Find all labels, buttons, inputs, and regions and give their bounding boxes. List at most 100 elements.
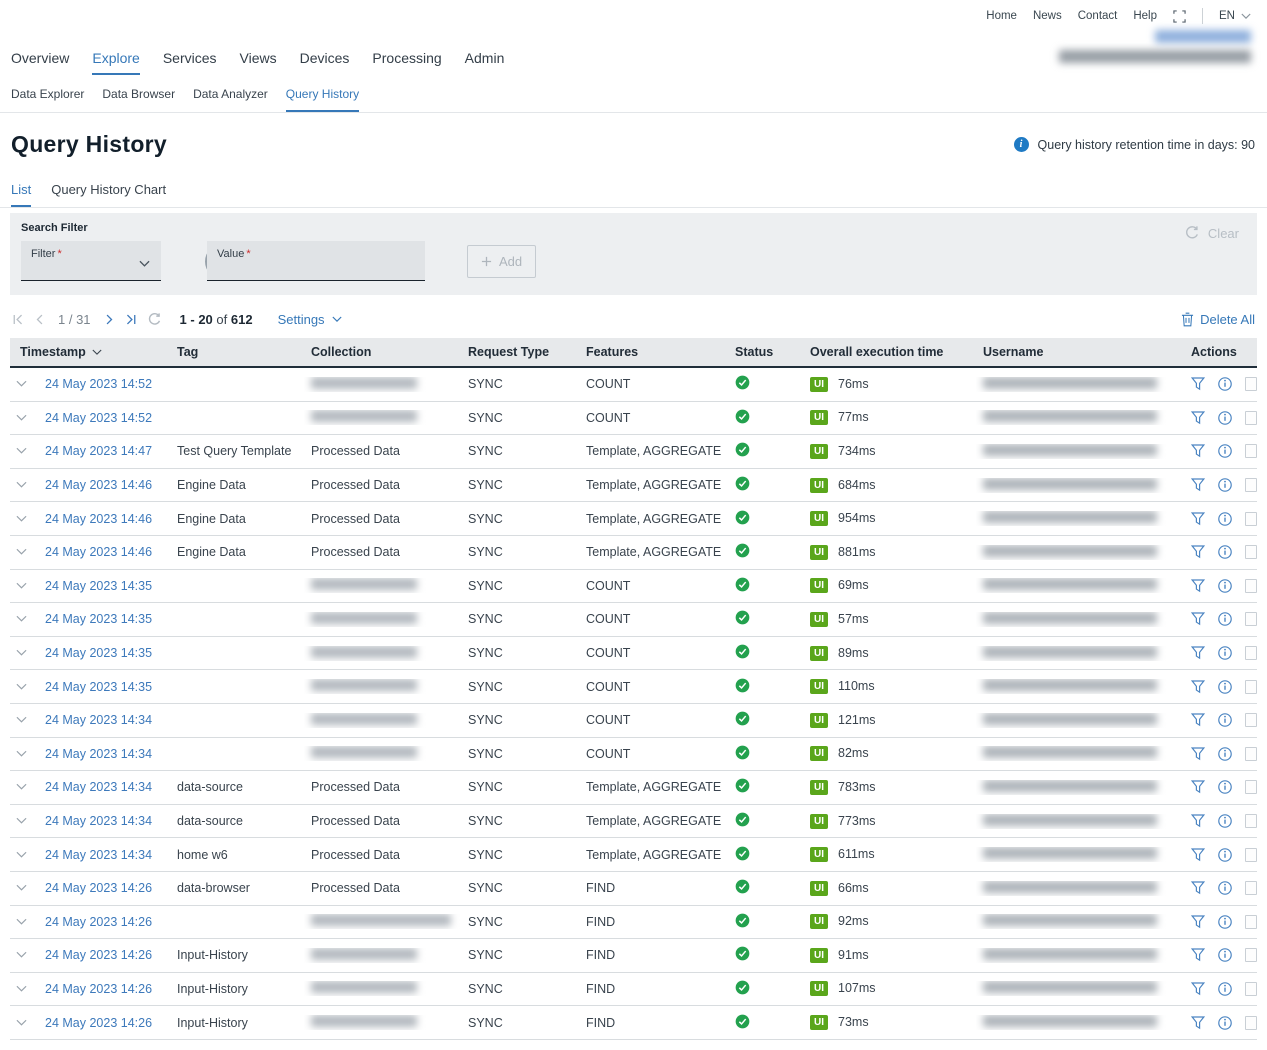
row-checkbox[interactable] [1245, 915, 1257, 929]
filter-action-icon[interactable] [1191, 377, 1205, 391]
row-checkbox[interactable] [1245, 1016, 1257, 1030]
row-expand-icon[interactable] [16, 817, 27, 825]
row-checkbox[interactable] [1245, 814, 1257, 828]
info-action-icon[interactable] [1218, 881, 1232, 895]
row-expand-icon[interactable] [16, 582, 27, 590]
row-checkbox[interactable] [1245, 579, 1257, 593]
info-action-icon[interactable] [1218, 478, 1232, 492]
nav-item-explore[interactable]: Explore [92, 50, 139, 75]
redacted-tenant-link[interactable] [1155, 30, 1251, 43]
filter-action-icon[interactable] [1191, 579, 1205, 593]
row-timestamp[interactable]: 24 May 2023 14:35 [38, 612, 170, 626]
next-page-button[interactable] [103, 313, 116, 326]
row-timestamp[interactable]: 24 May 2023 14:34 [38, 713, 170, 727]
info-action-icon[interactable] [1218, 411, 1232, 425]
filter-action-icon[interactable] [1191, 411, 1205, 425]
row-checkbox[interactable] [1245, 982, 1257, 996]
filter-action-icon[interactable] [1191, 478, 1205, 492]
info-action-icon[interactable] [1218, 848, 1232, 862]
row-timestamp[interactable]: 24 May 2023 14:26 [38, 982, 170, 996]
filter-action-icon[interactable] [1191, 680, 1205, 694]
info-action-icon[interactable] [1218, 948, 1232, 962]
refresh-list-button[interactable] [147, 312, 162, 327]
topbar-link-contact[interactable]: Contact [1078, 10, 1118, 22]
row-timestamp[interactable]: 24 May 2023 14:26 [38, 915, 170, 929]
clear-filter-button[interactable]: Clear [1184, 225, 1239, 241]
info-action-icon[interactable] [1218, 747, 1232, 761]
row-timestamp[interactable]: 24 May 2023 14:46 [38, 512, 170, 526]
info-action-icon[interactable] [1218, 545, 1232, 559]
info-action-icon[interactable] [1218, 1016, 1232, 1030]
row-expand-icon[interactable] [16, 918, 27, 926]
info-action-icon[interactable] [1218, 814, 1232, 828]
nav-item-devices[interactable]: Devices [300, 50, 350, 75]
row-expand-icon[interactable] [16, 884, 27, 892]
filter-action-icon[interactable] [1191, 982, 1205, 996]
row-checkbox[interactable] [1245, 646, 1257, 660]
filter-action-icon[interactable] [1191, 814, 1205, 828]
topbar-link-help[interactable]: Help [1133, 10, 1157, 22]
last-page-button[interactable] [125, 313, 138, 326]
info-action-icon[interactable] [1218, 680, 1232, 694]
row-checkbox[interactable] [1245, 780, 1257, 794]
row-timestamp[interactable]: 24 May 2023 14:34 [38, 814, 170, 828]
row-checkbox[interactable] [1245, 612, 1257, 626]
row-expand-icon[interactable] [16, 615, 27, 623]
info-action-icon[interactable] [1218, 982, 1232, 996]
row-timestamp[interactable]: 24 May 2023 14:35 [38, 680, 170, 694]
row-timestamp[interactable]: 24 May 2023 14:34 [38, 780, 170, 794]
row-checkbox[interactable] [1245, 377, 1257, 391]
filter-action-icon[interactable] [1191, 915, 1205, 929]
row-timestamp[interactable]: 24 May 2023 14:35 [38, 579, 170, 593]
row-timestamp[interactable]: 24 May 2023 14:46 [38, 478, 170, 492]
row-expand-icon[interactable] [16, 783, 27, 791]
row-expand-icon[interactable] [16, 851, 27, 859]
row-checkbox[interactable] [1245, 512, 1257, 526]
filter-action-icon[interactable] [1191, 1016, 1205, 1030]
topbar-link-news[interactable]: News [1033, 10, 1062, 22]
row-expand-icon[interactable] [16, 985, 27, 993]
info-action-icon[interactable] [1218, 780, 1232, 794]
row-checkbox[interactable] [1245, 848, 1257, 862]
info-action-icon[interactable] [1218, 915, 1232, 929]
row-expand-icon[interactable] [16, 683, 27, 691]
nav-item-overview[interactable]: Overview [11, 50, 69, 75]
row-expand-icon[interactable] [16, 414, 27, 422]
row-checkbox[interactable] [1245, 478, 1257, 492]
first-page-button[interactable] [11, 313, 24, 326]
fullscreen-icon[interactable] [1173, 10, 1186, 23]
filter-action-icon[interactable] [1191, 881, 1205, 895]
row-checkbox[interactable] [1245, 713, 1257, 727]
language-selector[interactable]: EN [1219, 10, 1251, 22]
nav-item-views[interactable]: Views [240, 50, 277, 75]
filter-action-icon[interactable] [1191, 612, 1205, 626]
nav-item-services[interactable]: Services [163, 50, 217, 75]
row-expand-icon[interactable] [16, 750, 27, 758]
row-expand-icon[interactable] [16, 380, 27, 388]
row-timestamp[interactable]: 24 May 2023 14:26 [38, 1016, 170, 1030]
subnav-item-query-history[interactable]: Query History [286, 87, 359, 112]
delete-all-button[interactable]: Delete All [1181, 312, 1255, 327]
row-checkbox[interactable] [1245, 747, 1257, 761]
filter-action-icon[interactable] [1191, 444, 1205, 458]
row-expand-icon[interactable] [16, 649, 27, 657]
topbar-link-home[interactable]: Home [986, 10, 1017, 22]
info-action-icon[interactable] [1218, 444, 1232, 458]
col-timestamp[interactable]: Timestamp [10, 345, 170, 359]
filter-action-icon[interactable] [1191, 512, 1205, 526]
row-checkbox[interactable] [1245, 680, 1257, 694]
filter-action-icon[interactable] [1191, 545, 1205, 559]
row-timestamp[interactable]: 24 May 2023 14:52 [38, 377, 170, 391]
row-checkbox[interactable] [1245, 881, 1257, 895]
row-checkbox[interactable] [1245, 411, 1257, 425]
row-timestamp[interactable]: 24 May 2023 14:35 [38, 646, 170, 660]
row-expand-icon[interactable] [16, 548, 27, 556]
filter-select[interactable]: Filter* [21, 241, 161, 281]
info-action-icon[interactable] [1218, 612, 1232, 626]
nav-item-processing[interactable]: Processing [372, 50, 441, 75]
row-timestamp[interactable]: 24 May 2023 14:26 [38, 948, 170, 962]
filter-action-icon[interactable] [1191, 713, 1205, 727]
row-expand-icon[interactable] [16, 481, 27, 489]
filter-action-icon[interactable] [1191, 948, 1205, 962]
info-action-icon[interactable] [1218, 646, 1232, 660]
